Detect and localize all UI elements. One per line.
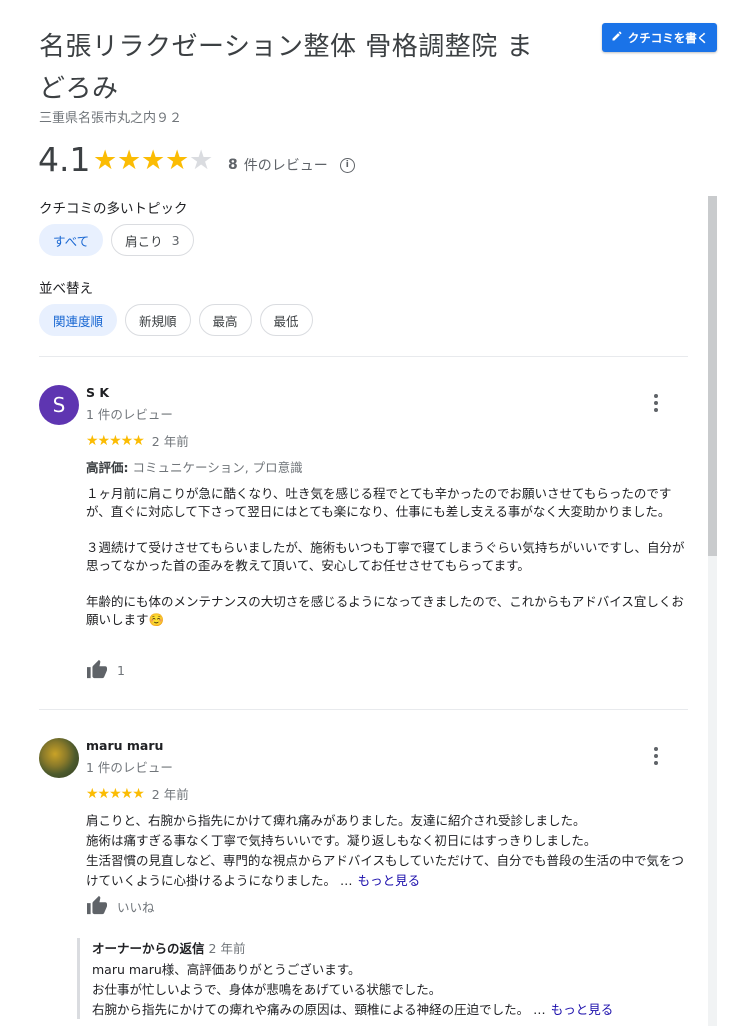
sort-chips: 関連度順 新規順 最高 最低	[39, 304, 313, 336]
star-icon: ★	[93, 145, 118, 176]
sort-chip-newest[interactable]: 新規順	[125, 304, 191, 336]
like-button[interactable]: 1	[86, 659, 125, 682]
owner-reply: オーナーからの返信 2 年前 maru maru様、高評価ありがとうございます。 …	[77, 938, 687, 1019]
more-options-icon[interactable]	[654, 747, 658, 765]
review-text-container: 肩こりと、右腕から指先にかけて痺れ痛みがありました。友達に紹介され受診しました。…	[86, 810, 686, 890]
chip-label: 関連度順	[53, 313, 104, 329]
topic-chip-katakori[interactable]: 肩こり 3	[111, 224, 194, 256]
chip-label: 最高	[212, 313, 238, 329]
highlight-value: コミュニケーション, プロ意識	[132, 460, 303, 475]
avatar[interactable]	[39, 738, 79, 778]
chip-label: 最低	[273, 313, 299, 329]
show-more-link[interactable]: もっと見る	[358, 873, 421, 888]
chip-label: すべて	[53, 233, 90, 249]
more-options-icon[interactable]	[654, 394, 658, 412]
owner-reply-text: maru maru様、高評価ありがとうございます。 お仕事が忙しいようで、身体が…	[92, 962, 546, 1017]
avatar[interactable]: S	[39, 385, 79, 425]
chip-label: 肩こり	[125, 233, 163, 249]
star-icon: ★★★★★	[86, 785, 145, 802]
total-review-count[interactable]: 8 件のレビュー i	[228, 155, 355, 175]
review-date: 2 年前	[151, 434, 189, 449]
chip-count: 3	[171, 232, 180, 248]
sort-chip-lowest[interactable]: 最低	[259, 304, 313, 336]
reviewer-name[interactable]: maru maru	[86, 738, 163, 753]
pencil-icon	[611, 30, 623, 45]
sort-chip-relevance[interactable]: 関連度順	[39, 304, 118, 336]
avatar-letter: S	[52, 393, 66, 417]
star-icon: ★	[141, 145, 166, 176]
review-count-number: 8	[228, 157, 238, 173]
reviewer-name[interactable]: S K	[86, 385, 109, 400]
review-highlight: 高評価: コミュニケーション, プロ意識	[86, 457, 303, 476]
topic-chips: すべて 肩こり 3	[39, 224, 194, 256]
highlight-label: 高評価:	[86, 460, 129, 475]
info-icon[interactable]: i	[339, 157, 355, 173]
average-rating: 4.1	[38, 140, 91, 179]
topic-chip-all[interactable]: すべて	[39, 224, 104, 256]
like-count: 1	[117, 663, 125, 678]
star-icon: ★	[165, 145, 190, 176]
star-icon: ★★★★★	[86, 432, 145, 449]
reviewer-review-count[interactable]: 1 件のレビュー	[86, 404, 173, 423]
like-label: いいね	[117, 900, 155, 915]
rating-stars: ★ ★ ★ ★ ★	[93, 144, 213, 178]
topics-label: クチコミの多いトピック	[39, 201, 188, 217]
scrollbar-thumb[interactable]	[708, 196, 717, 556]
place-title: 名張リラクゼーション整体 骨格調整院 まどろみ	[39, 32, 534, 104]
owner-reply-content: maru maru様、高評価ありがとうございます。 お仕事が忙しいようで、身体が…	[92, 959, 687, 1019]
write-review-button[interactable]: クチコミを書く	[602, 23, 717, 52]
star-icon: ★	[117, 145, 142, 176]
reviewer-review-count[interactable]: 1 件のレビュー	[86, 757, 173, 776]
review-text: １ヶ月前に肩こりが急に酷くなり、吐き気を感じる程でとても辛かったのでお願いさせて…	[86, 486, 685, 627]
review-count-suffix: 件のレビュー	[243, 158, 328, 174]
sort-label: 並べ替え	[39, 281, 93, 297]
star-icon: ★	[189, 145, 214, 176]
owner-reply-header: オーナーからの返信 2 年前	[92, 938, 687, 957]
owner-reply-date: 2 年前	[208, 941, 246, 956]
place-address: 三重県名張市丸之内９２	[39, 111, 183, 126]
review-stars: ★★★★★ 2 年前	[86, 431, 189, 450]
sort-chip-highest[interactable]: 最高	[198, 304, 252, 336]
owner-reply-title: オーナーからの返信	[92, 941, 205, 956]
thumbs-up-icon	[86, 659, 108, 682]
divider	[39, 709, 688, 710]
chip-label: 新規順	[139, 313, 177, 329]
review-date: 2 年前	[151, 787, 189, 802]
owner-reply-show-more-link[interactable]: もっと見る	[551, 1002, 614, 1017]
divider	[39, 356, 688, 357]
like-button[interactable]: いいね	[86, 895, 155, 918]
review-stars: ★★★★★ 2 年前	[86, 784, 189, 803]
write-review-label: クチコミを書く	[627, 30, 709, 45]
thumbs-up-icon	[86, 895, 108, 918]
